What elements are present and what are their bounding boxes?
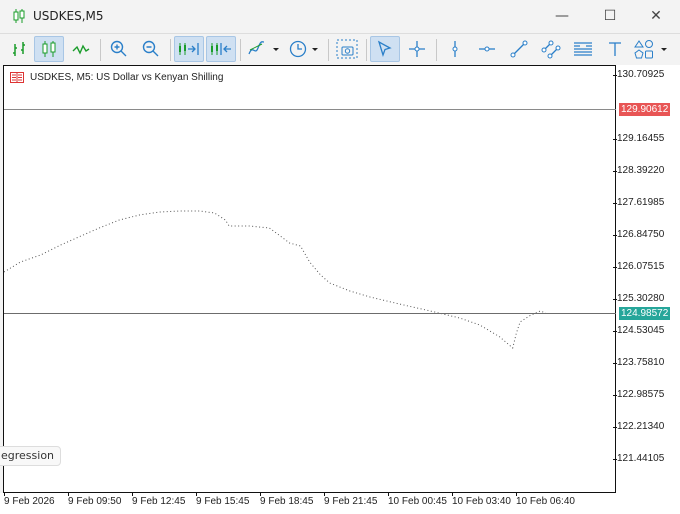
timeframe-icon[interactable] [286, 36, 324, 62]
regression-tag[interactable]: egression [0, 446, 62, 466]
price-tick-label: 129.16455 [612, 133, 665, 144]
cursor-icon[interactable] [370, 36, 400, 62]
time-tick-label: 9 Feb 18:45 [260, 492, 314, 507]
price-tick-label: 130.70925 [612, 69, 665, 80]
time-tick-label: 9 Feb 2026 [4, 492, 55, 507]
channel-icon[interactable] [536, 36, 566, 62]
symbol-list-icon [10, 72, 24, 83]
price-tick-label: 125.30280 [612, 293, 665, 304]
time-tick-label: 9 Feb 21:45 [324, 492, 378, 507]
vertical-line-icon[interactable] [440, 36, 470, 62]
crosshair-icon[interactable] [402, 36, 432, 62]
fibonacci-icon[interactable] [568, 36, 598, 62]
ask-line[interactable] [4, 109, 616, 110]
horizontal-line-icon[interactable] [472, 36, 502, 62]
chart-area[interactable]: USDKES, M5: US Dollar vs Kenyan Shilling [3, 65, 616, 493]
price-tick-label: 126.84750 [612, 229, 665, 240]
maximize-button[interactable]: ☐ [590, 4, 630, 28]
candlestick-chart-icon[interactable] [34, 36, 64, 62]
time-tick-label: 10 Feb 00:45 [388, 492, 447, 507]
price-tick-label: 123.75810 [612, 357, 665, 368]
title-bar: USDKES,M5 — ☐ ✕ [0, 0, 680, 32]
zoom-out-icon[interactable] [136, 36, 166, 62]
price-tick-label: 124.53045 [612, 325, 665, 336]
chart-symbol-label: USDKES, M5: US Dollar vs Kenyan Shilling [30, 72, 224, 83]
screenshot-icon[interactable] [332, 36, 362, 62]
price-tick-label: 127.61985 [612, 197, 665, 208]
price-tick-label: 122.98575 [612, 389, 665, 400]
price-tick-label: 126.07515 [612, 261, 665, 272]
autoscroll-icon[interactable] [174, 36, 204, 62]
shapes-icon[interactable] [632, 36, 672, 62]
chart-label: USDKES, M5: US Dollar vs Kenyan Shilling [10, 72, 223, 83]
time-tick-label: 9 Feb 12:45 [132, 492, 186, 507]
minimize-button[interactable]: — [542, 4, 582, 28]
zoom-in-icon[interactable] [104, 36, 134, 62]
price-tick-label: 128.39220 [612, 165, 665, 176]
line-chart-icon[interactable] [66, 36, 96, 62]
time-tick-label: 10 Feb 06:40 [516, 492, 575, 507]
time-tick-label: 10 Feb 03:40 [452, 492, 511, 507]
chart-shift-icon[interactable] [206, 36, 236, 62]
bid-line[interactable] [4, 313, 616, 314]
time-tick-label: 9 Feb 15:45 [196, 492, 250, 507]
trendline-icon[interactable] [504, 36, 534, 62]
price-tick-label: 121.44105 [612, 453, 665, 464]
candlestick-app-icon [12, 9, 26, 23]
window-title: USDKES,M5 [33, 9, 104, 23]
bid-price-badge: 124.98572 [619, 307, 671, 321]
ask-price-badge: 129.90612 [619, 103, 671, 117]
bar-chart-icon[interactable] [4, 36, 34, 62]
text-icon[interactable] [600, 36, 630, 62]
toolbar [0, 33, 680, 64]
time-tick-label: 9 Feb 09:50 [68, 492, 122, 507]
close-button[interactable]: ✕ [636, 4, 676, 28]
price-tick-label: 122.21340 [612, 421, 665, 432]
indicators-icon[interactable] [244, 36, 282, 62]
